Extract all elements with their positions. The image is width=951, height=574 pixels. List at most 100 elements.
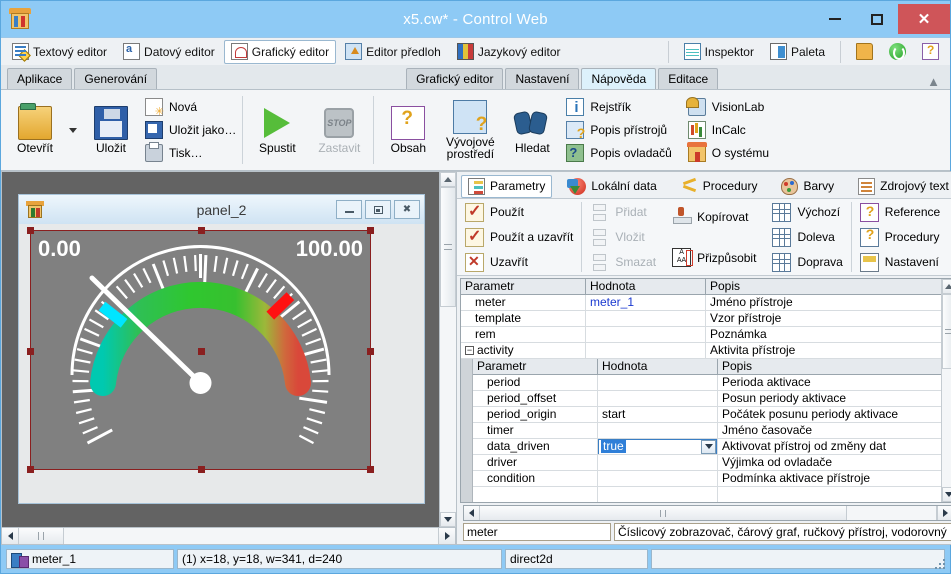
open-button[interactable]: Otevřít [7,93,63,167]
table-row[interactable]: period Perioda aktivace [473,375,941,391]
search-button[interactable]: Hledat [504,93,560,167]
tab-barvy[interactable]: Barvy [774,175,841,198]
driver-help-button[interactable]: Popis ovladačů [566,144,672,162]
table-row[interactable]: period_origin start Počátek posunu perio… [473,407,941,423]
folder-button[interactable] [849,40,880,64]
scroll-thumb[interactable] [440,187,456,307]
table-row[interactable]: condition Podmínka aktivace přístroje [473,471,941,487]
scroll-right-button[interactable] [438,528,455,544]
about-button[interactable]: O systému [686,142,769,162]
tab-generovani[interactable]: Generování [74,68,158,89]
scroll-track[interactable] [440,307,456,512]
editor-button-language[interactable]: Jazykový editor [450,40,568,64]
meter-instrument[interactable]: 0.00 100.00 [30,230,371,470]
scroll-left-button[interactable] [464,506,480,520]
cell-value[interactable] [598,375,718,390]
grid-vertical-scrollbar[interactable] [940,279,951,502]
insert-row-button[interactable]: Vložit [590,228,656,247]
move-left-button[interactable]: Doleva [772,227,842,247]
cell-value[interactable] [598,471,718,486]
scroll-up-button[interactable] [941,279,951,294]
tab-parametry[interactable]: Parametry [461,174,553,198]
table-row-editing[interactable]: data_driven true Aktivovat přístroj od z… [473,439,941,455]
tab-lokalni-data[interactable]: Lokální data [562,175,663,198]
chevron-down-icon[interactable] [69,127,77,133]
table-row-partial[interactable] [473,487,941,502]
table-row-group-activity[interactable]: − activity Aktivita přístroje [461,343,941,359]
combo-editor[interactable]: true [598,439,717,454]
refresh-button[interactable] [882,40,913,64]
table-row[interactable]: period_offset Posun periody aktivace [473,391,941,407]
scroll-track[interactable] [64,528,438,544]
cell-value[interactable] [586,327,706,342]
cell-value-editor[interactable]: true [598,439,718,454]
cell-value[interactable] [586,343,706,358]
save-button[interactable]: Uložit [83,93,139,167]
contents-button[interactable]: Obsah [380,93,436,167]
ocl-procedures-button[interactable]: Procedury [859,226,940,247]
editor-button-template[interactable]: Editor předloh [338,40,448,64]
cell-value[interactable] [598,455,718,470]
scroll-track[interactable] [941,369,951,487]
canvas-horizontal-scrollbar[interactable] [1,528,456,545]
visionlab-button[interactable]: VisionLab [685,97,769,116]
cell-value[interactable]: meter_1 [586,295,706,310]
design-canvas[interactable]: panel_2 ✖ 0.00 100.00 [1,171,456,528]
default-layout-button[interactable]: Výchozí [772,202,842,222]
move-right-button[interactable]: Doprava [772,252,843,272]
chevron-down-icon[interactable] [701,439,716,454]
table-row[interactable]: meter meter_1 Jméno přístroje [461,295,941,311]
tab-aplikace[interactable]: Aplikace [7,68,73,89]
chevron-up-icon[interactable]: ▲ [927,74,944,89]
scroll-down-button[interactable] [941,487,951,502]
run-button[interactable]: Spustit [249,93,305,167]
scroll-thumb[interactable] [941,294,951,369]
save-as-button[interactable]: Uložit jako… [145,121,236,139]
panel-close-button[interactable]: ✖ [394,200,420,219]
tab-procedury[interactable]: Procedury [674,175,765,198]
editor-button-text[interactable]: Textový editor [5,40,114,64]
cell-value[interactable] [598,391,718,406]
column-header-hodnota[interactable]: Hodnota [598,359,718,374]
cell-value[interactable] [598,423,718,438]
dev-environment-button[interactable]: Vývojové prostředí [442,93,498,167]
column-header-popis[interactable]: Popis [718,359,941,374]
grid-horizontal-scrollbar[interactable] [463,505,951,521]
panel-restore-button[interactable] [365,200,391,219]
table-row[interactable]: driver Výjimka od ovladače [473,455,941,471]
tab-editace[interactable]: Editace [658,68,719,89]
copy-button[interactable]: Kopírovat [672,207,756,226]
cell-value[interactable] [586,311,706,326]
cell-value[interactable]: start [598,407,718,422]
inspector-button[interactable]: Inspektor [677,40,761,64]
table-row[interactable]: timer Jméno časovače [473,423,941,439]
resize-grip-icon[interactable] [935,559,947,571]
scroll-thumb[interactable] [480,506,847,520]
reference-button[interactable]: Reference [859,202,940,222]
column-header-hodnota[interactable]: Hodnota [586,279,706,294]
tab-graficky-editor[interactable]: Grafický editor [406,68,504,89]
canvas-vertical-scrollbar[interactable] [439,172,456,527]
instrument-help-button[interactable]: Popis přístrojů [566,121,671,141]
fit-button[interactable]: A AA Přizpůsobit [672,248,756,267]
panel-minimize-button[interactable] [336,200,362,219]
index-button[interactable]: Rejstřík [566,98,671,116]
settings-button[interactable]: Nastavení [859,252,940,272]
scroll-left-button[interactable] [2,528,19,544]
scroll-down-button[interactable] [440,512,456,527]
column-header-parametr[interactable]: Parametr [473,359,598,374]
collapse-expander-icon[interactable]: − [465,346,474,356]
stop-button[interactable]: STOP Zastavit [311,93,367,167]
delete-row-button[interactable]: Smazat [590,253,656,272]
new-button[interactable]: Nová [145,98,236,118]
cell-value[interactable] [598,487,718,502]
tab-zdrojovy-text[interactable]: Zdrojový text [851,175,951,198]
palette-button[interactable]: Paleta [763,40,832,64]
tab-nastaveni[interactable]: Nastavení [505,68,580,89]
editor-button-data[interactable]: Datový editor [116,40,222,64]
parameter-grid[interactable]: Parametr Hodnota Popis meter meter_1 Jmé… [460,278,951,503]
editor-button-graphic[interactable]: Grafický editor [223,39,337,64]
panel-client-area[interactable]: 0.00 100.00 [19,224,424,503]
scroll-track[interactable] [846,506,937,520]
panel-window[interactable]: panel_2 ✖ 0.00 100.00 [18,194,425,504]
